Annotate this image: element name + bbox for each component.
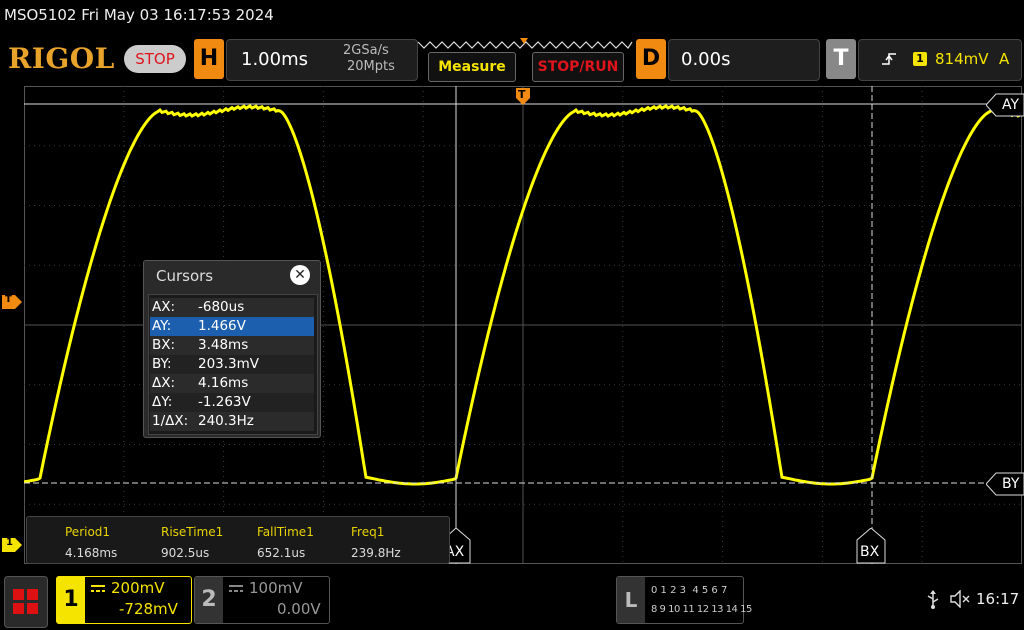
delay-value: 0.00s	[681, 49, 731, 70]
logic-panel[interactable]: L 0 1 2 3 4 5 6 7 8 9 10 11 12 13 14 15	[616, 576, 752, 624]
cursor-row-key: BY:	[152, 356, 172, 372]
cursor-row-ay[interactable]: AY: 1.466V	[150, 317, 314, 336]
measurement-value: 239.8Hz	[351, 546, 401, 560]
clock: 16:17	[976, 590, 1020, 608]
cursor-ay-tag[interactable]: AY	[985, 93, 1024, 117]
timebase-value: 1.00ms	[241, 49, 308, 70]
channel1-panel[interactable]: 1 200mV -728mV	[56, 576, 192, 624]
cursor-row-value: 240.3Hz	[198, 413, 254, 429]
dc-coupling-icon	[91, 585, 105, 592]
title-bar: MSO5102 Fri May 03 16:17:53 2024	[0, 0, 1024, 34]
usb-icon	[927, 590, 939, 609]
measurement-name: FallTime1	[257, 525, 314, 539]
cursor-row-value: 4.16ms	[198, 375, 249, 391]
cursor-row-delta-x[interactable]: ΔX: 4.16ms	[150, 374, 314, 393]
cursor-row-bx[interactable]: BX: 3.48ms	[150, 336, 314, 355]
mute-speaker-icon[interactable]	[950, 590, 972, 608]
cursor-row-key: 1/ΔX:	[152, 413, 189, 429]
ch1-offset-marker[interactable]: 1	[2, 537, 22, 552]
run-state-button[interactable]: STOP	[124, 45, 186, 73]
ch1-offset-marker-label: 1	[6, 537, 13, 548]
measurement-value: 652.1us	[257, 546, 306, 560]
rising-edge-icon	[882, 53, 896, 65]
trigger-level: 814mV	[935, 50, 989, 68]
trigger-time-marker-label: T	[518, 88, 526, 101]
rigol-logo: RIGOL	[8, 42, 115, 75]
cursor-row-key: BX:	[152, 337, 176, 353]
cursor-row-ax[interactable]: AX: -680us	[150, 298, 314, 317]
logic-key: L	[617, 577, 645, 623]
menu-grid-icon	[13, 589, 38, 614]
channel2-panel[interactable]: 2 100mV 0.00V	[194, 576, 330, 624]
logic-channels-row2: 8 9 10 11 12 13 14 15	[651, 604, 752, 615]
channel1-offset: -728mV	[119, 600, 178, 618]
channel2-number: 2	[195, 577, 223, 623]
cursors-panel[interactable]: Cursors ✕ AX: -680us AY: 1.466V BX: 3.48ms …	[143, 260, 321, 438]
measurement-value: 4.168ms	[65, 546, 118, 560]
cursor-by-label: BY	[1002, 476, 1020, 492]
channel1-number: 1	[57, 577, 85, 623]
measurement-bar[interactable]: Period1 4.168ms RiseTime1 902.5us FallTi…	[26, 516, 450, 564]
cursors-panel-header[interactable]: Cursors ✕	[144, 261, 320, 291]
cursor-row-value: -680us	[198, 299, 245, 315]
close-icon[interactable]: ✕	[290, 265, 310, 285]
channel2-offset: 0.00V	[277, 600, 321, 618]
cursor-row-value: 3.48ms	[198, 337, 249, 353]
trigger-source-badge: 1	[913, 52, 927, 66]
cursor-row-key: ΔX:	[152, 375, 176, 391]
cursor-ay-label: AY	[1002, 97, 1020, 113]
cursor-row-key: AX:	[152, 299, 176, 315]
run-state-label: STOP	[135, 50, 175, 68]
memory-depth: 20Mpts	[347, 59, 395, 74]
horizontal-panel[interactable]: 1.00ms 2GSa/s 20Mpts	[226, 39, 418, 81]
measurement-value: 902.5us	[161, 546, 210, 560]
measurement-name: Period1	[65, 525, 111, 539]
cursor-bx-label: BX	[860, 544, 880, 560]
channel2-scale: 100mV	[249, 579, 303, 597]
trigger-level-marker-label: T	[5, 294, 12, 305]
cursor-row-delta-y[interactable]: ΔY: -1.263V	[150, 393, 314, 412]
measurement-name: RiseTime1	[161, 525, 224, 539]
trigger-panel[interactable]: 1 814mV A	[858, 39, 1022, 81]
trigger-level-marker[interactable]: T	[2, 294, 22, 309]
cursor-row-value: 1.466V	[198, 318, 246, 334]
delay-key[interactable]: D	[636, 39, 666, 79]
stop-run-button[interactable]: STOP/RUN	[532, 52, 624, 82]
trigger-time-marker[interactable]: T	[516, 88, 530, 106]
device-title: MSO5102 Fri May 03 16:17:53 2024	[4, 6, 274, 24]
cursor-row-key: AY:	[152, 318, 172, 334]
cursor-bx-tag[interactable]: BX	[856, 527, 886, 564]
trigger-mode: A	[999, 50, 1010, 68]
dc-coupling-icon	[229, 585, 243, 592]
logic-channels-row1: 0 1 2 3 4 5 6 7	[651, 585, 728, 596]
waveform-overview	[417, 38, 633, 49]
cursor-row-value: 203.3mV	[198, 356, 260, 372]
cursor-row-by[interactable]: BY: 203.3mV	[150, 355, 314, 374]
cursors-panel-title: Cursors	[156, 267, 214, 285]
horizontal-key[interactable]: H	[194, 39, 224, 79]
measurement-name: Freq1	[351, 525, 385, 539]
cursor-row-value: -1.263V	[198, 394, 251, 410]
sample-rate: 2GSa/s	[343, 43, 389, 58]
cursor-row-key: ΔY:	[152, 394, 173, 410]
cursor-row-inverse-delta-x[interactable]: 1/ΔX: 240.3Hz	[150, 412, 314, 431]
channel1-scale: 200mV	[111, 579, 165, 597]
measure-button[interactable]: Measure	[428, 52, 516, 82]
trigger-key[interactable]: T	[826, 39, 856, 79]
cursor-by-tag[interactable]: BY	[985, 472, 1024, 496]
menu-button[interactable]	[4, 576, 48, 628]
delay-panel[interactable]: 0.00s	[668, 39, 820, 81]
